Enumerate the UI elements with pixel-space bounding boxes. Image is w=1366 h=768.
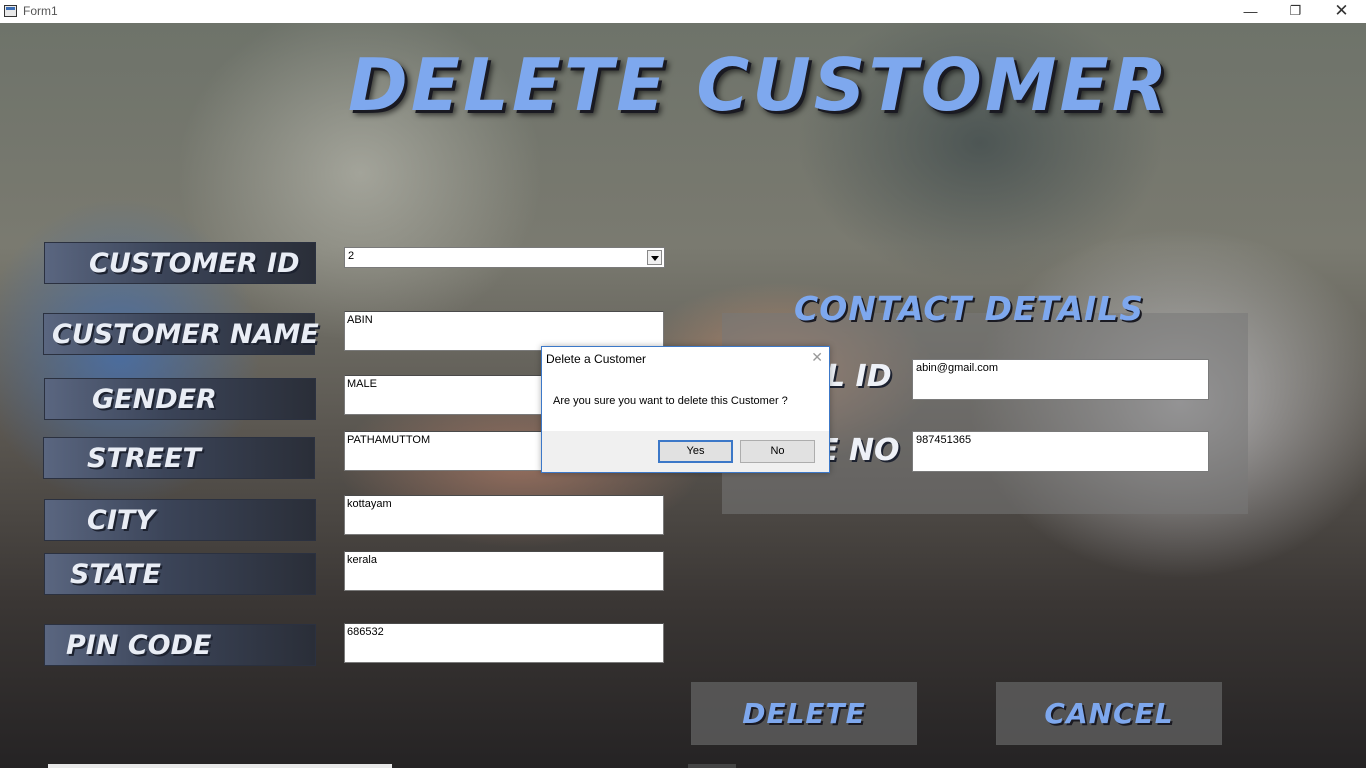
dialog-message: Are you sure you want to delete this Cus… [553, 395, 788, 407]
email-field[interactable]: abin@gmail.com [912, 359, 1209, 400]
close-window-button[interactable]: ✕ [1319, 0, 1364, 23]
window-title: Form1 [23, 4, 58, 18]
minimize-button[interactable]: — [1228, 0, 1273, 23]
app-icon [4, 5, 17, 17]
window-titlebar: Form1 — ❐ ✕ [0, 0, 1366, 23]
city-label-text: CITY [87, 505, 155, 536]
customer-id-select[interactable]: 2 [344, 247, 665, 268]
pin-code-field[interactable]: 686532 [344, 623, 664, 663]
phone-field[interactable]: 987451365 [912, 431, 1209, 472]
page-title: DELETE CUSTOMER [348, 43, 1171, 127]
email-label: L ID [826, 359, 892, 394]
delete-button[interactable]: DELETE [691, 682, 917, 745]
phone-label: E NO [818, 433, 900, 468]
dialog-title: Delete a Customer [546, 352, 647, 366]
customer-name-label: CUSTOMER NAME [43, 313, 319, 355]
dialog-yes-button[interactable]: Yes [658, 440, 733, 463]
maximize-button[interactable]: ❐ [1273, 0, 1318, 23]
chevron-down-icon[interactable] [647, 250, 662, 265]
delete-confirm-dialog: Delete a Customer ✕ Are you sure you wan… [541, 346, 830, 473]
customer-id-label: CUSTOMER ID [44, 242, 316, 284]
city-field[interactable]: kottayam [344, 495, 664, 535]
street-label-text: STREET [87, 443, 201, 474]
cancel-button[interactable]: CANCEL [996, 682, 1222, 745]
customer-id-value: 2 [348, 250, 355, 262]
pin-code-label: PIN CODE [44, 624, 316, 666]
taskbar-strip-2 [688, 764, 736, 768]
cancel-button-label: CANCEL [1044, 697, 1174, 730]
state-label-text: STATE [70, 559, 161, 590]
customer-name-label-text: CUSTOMER NAME [52, 319, 319, 350]
customer-name-field[interactable]: ABIN [344, 311, 664, 351]
dialog-no-button[interactable]: No [740, 440, 815, 463]
delete-button-label: DELETE [742, 697, 866, 730]
gender-label: GENDER [44, 378, 316, 420]
state-label: STATE [44, 553, 316, 595]
state-field[interactable]: kerala [344, 551, 664, 591]
contact-details-title: CONTACT DETAILS [794, 289, 1145, 328]
pin-code-label-text: PIN CODE [66, 630, 212, 661]
taskbar-strip [48, 764, 392, 768]
gender-label-text: GENDER [92, 384, 217, 415]
city-label: CITY [44, 499, 316, 541]
customer-id-label-text: CUSTOMER ID [89, 248, 300, 279]
street-label: STREET [43, 437, 315, 479]
dialog-close-icon[interactable]: ✕ [811, 349, 823, 366]
